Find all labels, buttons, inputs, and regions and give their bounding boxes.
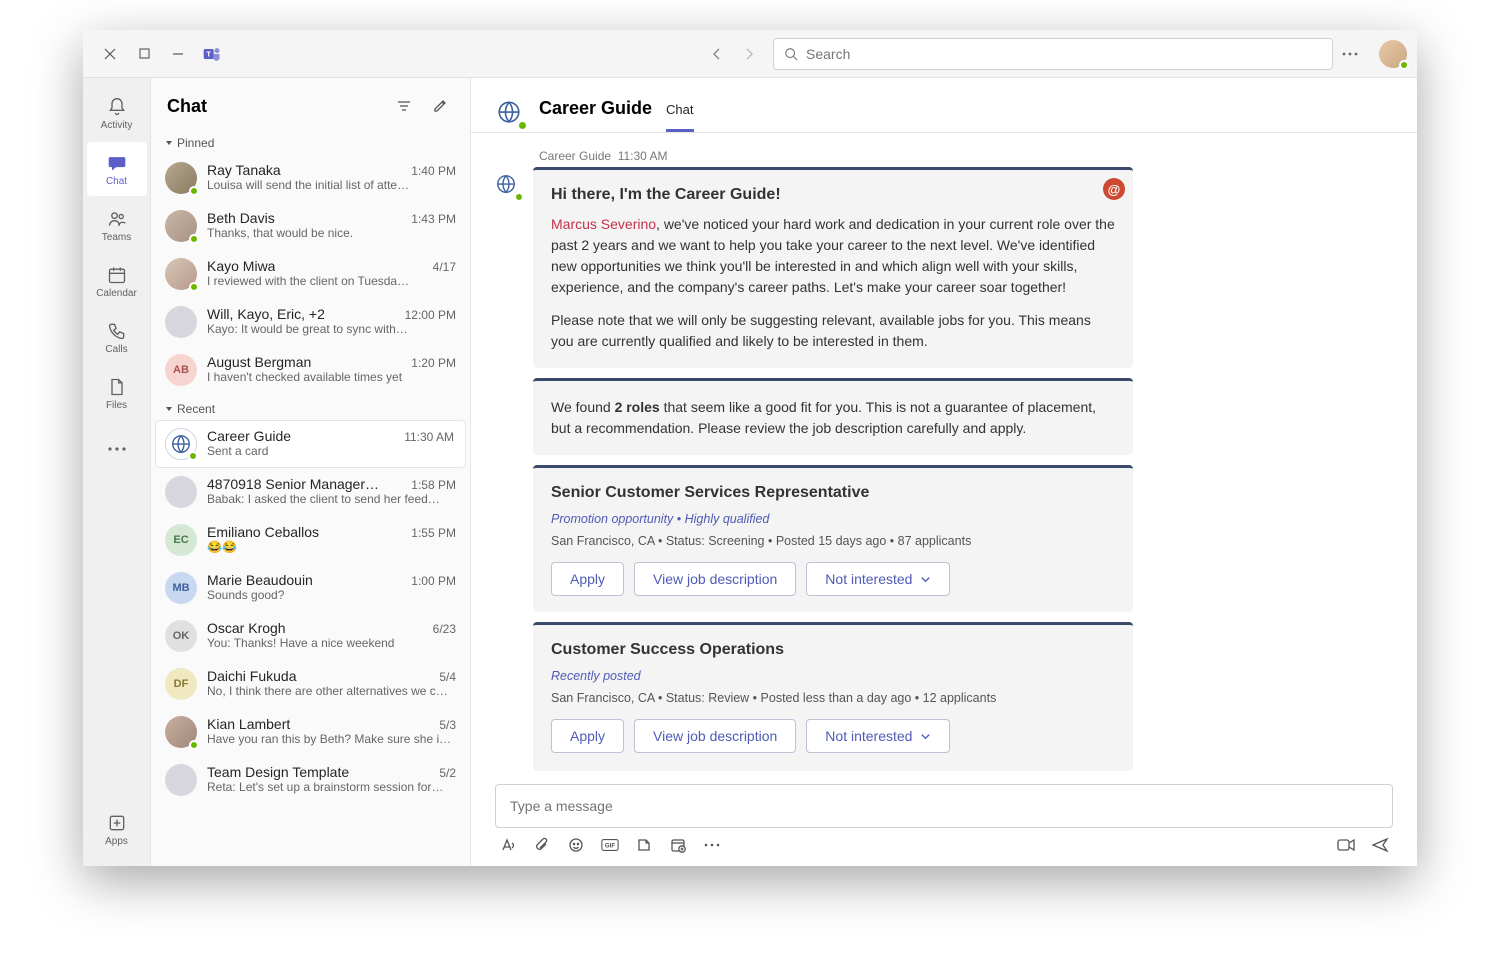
- chat-content: Career Guide Chat Career Guide 11:30 AM …: [471, 78, 1417, 866]
- apps-icon: [106, 812, 128, 834]
- rail-teams[interactable]: Teams: [87, 198, 147, 252]
- chat-item[interactable]: ABAugust Bergman1:20 PMI haven't checked…: [151, 346, 470, 394]
- globe-icon: [491, 94, 527, 130]
- chat-item[interactable]: MBMarie Beaudouin1:00 PMSounds good?: [151, 564, 470, 612]
- user-avatar[interactable]: [1379, 40, 1407, 68]
- chat-list-panel: Chat Pinned Ray Tanaka1:40 PMLouisa will…: [151, 78, 471, 866]
- window-maximize-button[interactable]: [127, 37, 161, 71]
- people-icon: [106, 208, 128, 230]
- rail-calls[interactable]: Calls: [87, 310, 147, 364]
- composer-area: GIF: [471, 774, 1417, 866]
- section-pinned[interactable]: Pinned: [151, 128, 470, 154]
- more-icon[interactable]: [703, 836, 721, 854]
- message-input[interactable]: [510, 798, 1378, 814]
- filter-button[interactable]: [390, 92, 418, 120]
- chat-icon: [106, 152, 128, 174]
- job-title: Customer Success Operations: [551, 641, 1115, 659]
- job-meta: San Francisco, CA • Status: Review • Pos…: [551, 691, 1115, 705]
- not-interested-button[interactable]: Not interested: [806, 719, 950, 753]
- chat-header: Career Guide Chat: [471, 78, 1417, 133]
- rail-label: Chat: [106, 176, 127, 187]
- job-card-2: Customer Success Operations Recently pos…: [533, 622, 1133, 771]
- rail-label: Activity: [101, 120, 133, 131]
- title-bar: T: [83, 30, 1417, 78]
- mention-badge-icon: @: [1103, 178, 1125, 200]
- intro-card: @ Hi there, I'm the Career Guide! Marcus…: [533, 167, 1133, 368]
- emoji-icon[interactable]: [567, 836, 585, 854]
- rail-files[interactable]: Files: [87, 366, 147, 420]
- video-icon[interactable]: [1337, 836, 1355, 854]
- search-input[interactable]: [806, 46, 1322, 62]
- chat-item[interactable]: 4870918 Senior Manager…1:58 PMBabak: I a…: [151, 468, 470, 516]
- job-card-1: Senior Customer Services Representative …: [533, 465, 1133, 612]
- file-icon: [106, 376, 128, 398]
- chat-item[interactable]: Kian Lambert5/3Have you ran this by Beth…: [151, 708, 470, 756]
- rail-label: Apps: [105, 836, 128, 847]
- apply-button[interactable]: Apply: [551, 719, 624, 753]
- chat-list-title: Chat: [167, 96, 382, 117]
- view-description-button[interactable]: View job description: [634, 719, 796, 753]
- card-heading: Hi there, I'm the Career Guide!: [551, 186, 1115, 204]
- message-composer[interactable]: [495, 784, 1393, 828]
- rail-chat[interactable]: Chat: [87, 142, 147, 196]
- globe-icon: [165, 428, 197, 460]
- rail-apps[interactable]: Apps: [87, 802, 147, 856]
- mention-link[interactable]: Marcus Severino: [551, 216, 656, 232]
- view-description-button[interactable]: View job description: [634, 562, 796, 596]
- chat-item[interactable]: Team Design Template5/2Reta: Let's set u…: [151, 756, 470, 804]
- rail-calendar[interactable]: Calendar: [87, 254, 147, 308]
- job-meta: San Francisco, CA • Status: Screening • …: [551, 534, 1115, 548]
- nav-back-button[interactable]: [703, 40, 731, 68]
- chat-item[interactable]: Beth Davis1:43 PMThanks, that would be n…: [151, 202, 470, 250]
- format-icon[interactable]: [499, 836, 517, 854]
- job-subtitle: Promotion opportunity • Highly qualified: [551, 512, 1115, 526]
- not-interested-button[interactable]: Not interested: [806, 562, 950, 596]
- nav-forward-button[interactable]: [735, 40, 763, 68]
- rail-label: Calls: [105, 344, 127, 355]
- chat-item[interactable]: OKOscar Krogh6/23You: Thanks! Have a nic…: [151, 612, 470, 660]
- chat-item[interactable]: DFDaichi Fukuda5/4No, I think there are …: [151, 660, 470, 708]
- chat-item-selected[interactable]: Career Guide11:30 AMSent a card: [155, 420, 466, 468]
- sticker-icon[interactable]: [635, 836, 653, 854]
- window-close-button[interactable]: [93, 37, 127, 71]
- rail-label: Teams: [102, 232, 131, 243]
- rail-label: Files: [106, 400, 127, 411]
- phone-icon: [106, 320, 128, 342]
- search-icon: [784, 47, 798, 61]
- chat-item[interactable]: Ray Tanaka1:40 PMLouisa will send the in…: [151, 154, 470, 202]
- globe-icon: [489, 167, 523, 201]
- schedule-meeting-icon[interactable]: [669, 836, 687, 854]
- gif-icon[interactable]: GIF: [601, 836, 619, 854]
- summary-card: We found 2 roles that seem like a good f…: [533, 378, 1133, 455]
- ellipsis-icon: [106, 438, 128, 460]
- chevron-down-icon: [920, 731, 931, 742]
- more-options-button[interactable]: [1333, 37, 1367, 71]
- chat-item[interactable]: Will, Kayo, Eric, +212:00 PMKayo: It wou…: [151, 298, 470, 346]
- search-box[interactable]: [773, 38, 1333, 70]
- attach-icon[interactable]: [533, 836, 551, 854]
- job-subtitle: Recently posted: [551, 669, 1115, 683]
- tab-chat[interactable]: Chat: [666, 92, 693, 132]
- section-recent[interactable]: Recent: [151, 394, 470, 420]
- svg-text:GIF: GIF: [605, 843, 616, 850]
- rail-more[interactable]: [87, 422, 147, 476]
- chat-title: Career Guide: [539, 98, 652, 119]
- rail-activity[interactable]: Activity: [87, 86, 147, 140]
- chat-item[interactable]: Kayo Miwa4/17I reviewed with the client …: [151, 250, 470, 298]
- rail-label: Calendar: [96, 288, 137, 299]
- window-minimize-button[interactable]: [161, 37, 195, 71]
- bell-icon: [106, 96, 128, 118]
- app-rail: Activity Chat Teams Calendar Calls Files…: [83, 78, 151, 866]
- teams-logo-icon: T: [195, 37, 229, 71]
- apply-button[interactable]: Apply: [551, 562, 624, 596]
- chevron-down-icon: [920, 574, 931, 585]
- job-title: Senior Customer Services Representative: [551, 484, 1115, 502]
- svg-text:T: T: [206, 49, 211, 58]
- new-chat-button[interactable]: [426, 92, 454, 120]
- calendar-icon: [106, 264, 128, 286]
- send-icon[interactable]: [1371, 836, 1389, 854]
- chat-item[interactable]: ECEmiliano Ceballos1:55 PM😂😂: [151, 516, 470, 564]
